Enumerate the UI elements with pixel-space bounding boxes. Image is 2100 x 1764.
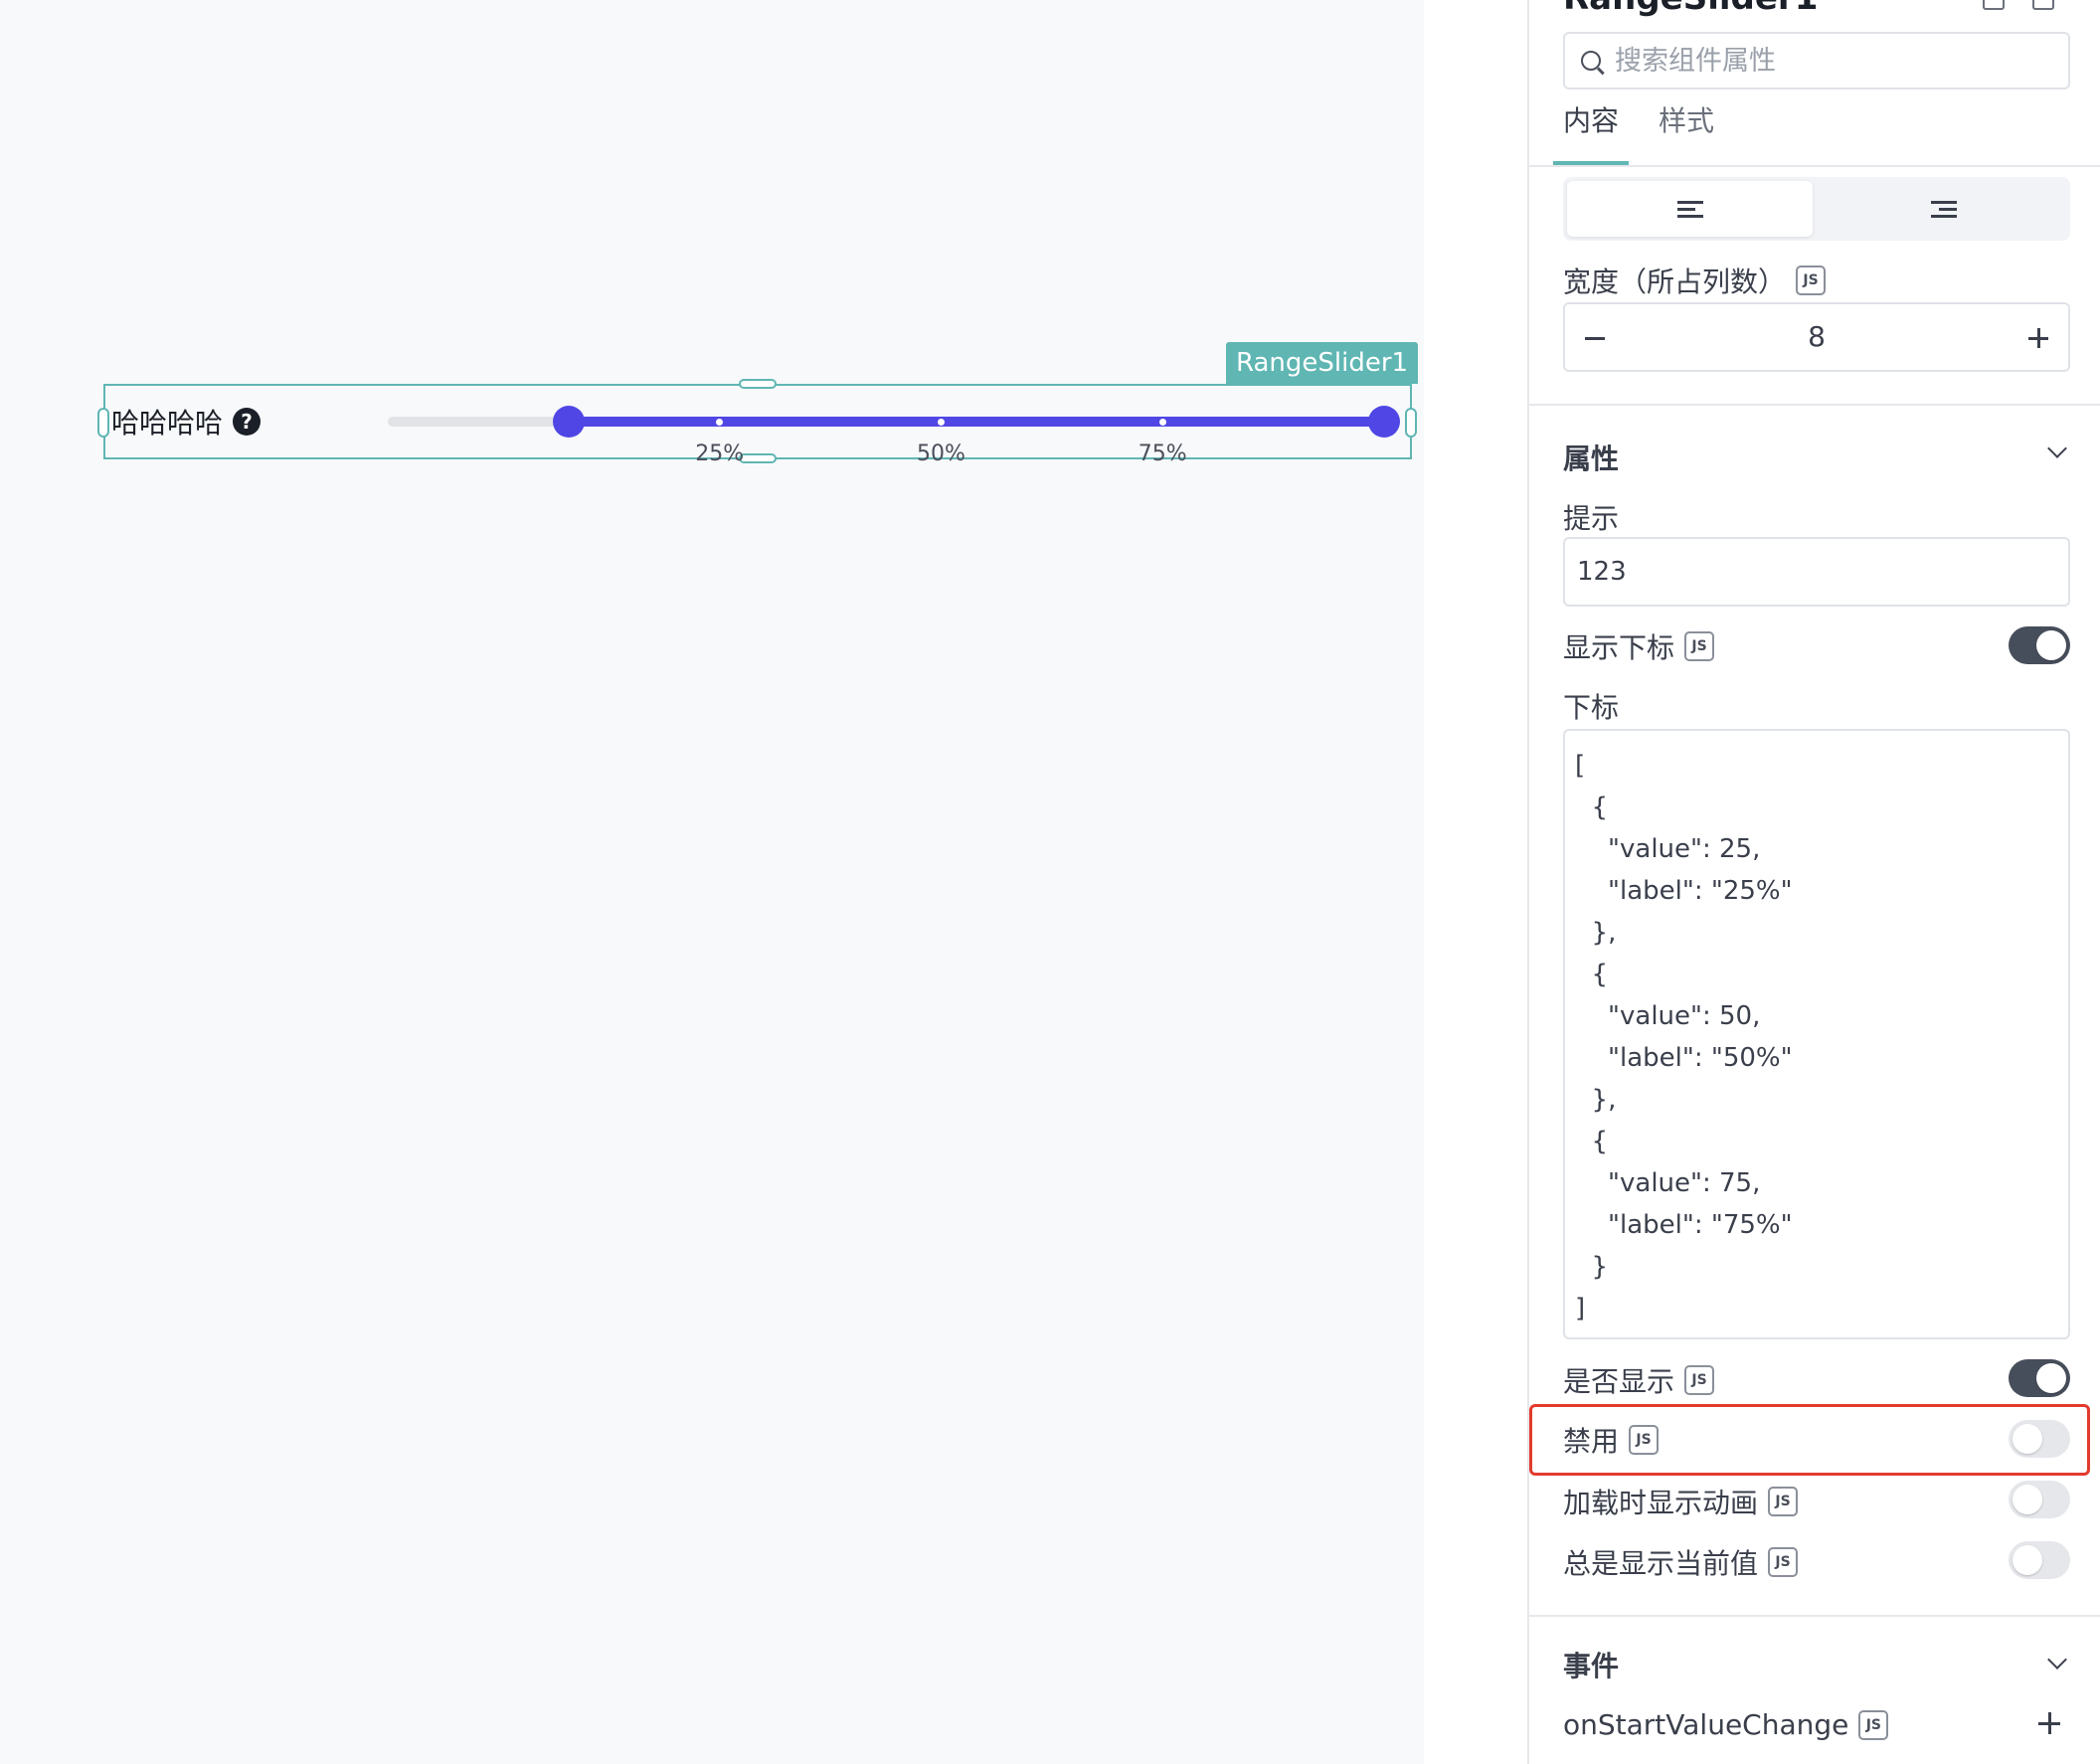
show-marks-label-text: 显示下标 [1563,631,1675,664]
align-right-button[interactable] [1821,181,2066,237]
switch-knob [2012,1485,2042,1514]
js-toggle-always-show[interactable]: JS [1768,1547,1799,1577]
tab-style[interactable]: 样式 [1659,99,1714,161]
switch-knob [2012,1545,2042,1575]
always-show-label-text: 总是显示当前值 [1563,1547,1759,1580]
align-left-icon [1676,200,1703,218]
section-divider [1529,1615,2100,1617]
panel-tabs: 内容 样式 [1563,99,1714,161]
slider-range-fill [569,417,1384,427]
event-row[interactable]: onStartValueChange JS [1563,1708,1889,1741]
animate-switch[interactable] [2009,1481,2070,1518]
switch-knob [2036,1363,2066,1393]
width-label-text: 宽度（所占列数） [1563,265,1787,298]
js-toggle-show-marks[interactable]: JS [1684,631,1715,661]
slider-mark-label: 75% [1138,441,1187,466]
width-stepper[interactable]: 8 [1563,302,2070,372]
slider-label: 哈哈哈哈 ? [111,402,262,441]
copy-icon[interactable] [1983,0,2005,10]
tabs-divider [1529,165,2100,167]
add-event-plus-icon[interactable] [2038,1712,2060,1734]
search-icon [1581,51,1601,71]
visible-label-text: 是否显示 [1563,1365,1675,1398]
marks-code-editor[interactable]: [ { "value": 25, "label": "25%" }, { "va… [1563,729,2070,1339]
animate-label-text: 加载时显示动画 [1563,1487,1759,1519]
event-name: onStartValueChange [1563,1708,1849,1741]
slider-mark-label: 50% [917,441,965,466]
tooltip-input[interactable]: 123 [1563,537,2070,607]
js-toggle-visible[interactable]: JS [1684,1365,1715,1395]
tooltip-label-text: 提示 [1563,502,1620,535]
slider-label-text: 哈哈哈哈 [111,407,224,440]
switch-knob [2036,630,2066,660]
property-panel: RangeSlider1 内容 样式 宽度（所占列数） JS [1527,0,2100,1764]
js-toggle-event[interactable]: JS [1858,1709,1889,1740]
show-marks-label: 显示下标 JS [1563,626,1715,666]
component-name-tag[interactable]: RangeSlider1 [1226,342,1419,384]
align-right-icon [1930,200,1957,218]
marks-label-text: 下标 [1563,691,1620,724]
label-align-segmented [1563,177,2070,241]
visible-switch[interactable] [2009,1359,2070,1397]
properties-header[interactable]: 属性 [1563,438,1619,477]
chevron-down-icon[interactable] [2047,439,2067,458]
slider-end-thumb[interactable] [1368,406,1400,438]
show-marks-switch[interactable] [2009,626,2070,664]
slider-mark-dot [1158,419,1166,426]
editor-canvas[interactable]: RangeSlider1 哈哈哈哈 ? 25% 50% 75% [0,0,1424,1764]
disabled-label: 禁用 JS [1563,1420,1660,1460]
resize-handle-right[interactable] [1405,408,1417,438]
resize-handle-left[interactable] [97,408,109,438]
tooltip-label: 提示 [1563,497,1619,537]
width-value[interactable]: 8 [1565,320,2068,353]
always-show-label: 总是显示当前值 JS [1563,1542,1799,1582]
plus-icon[interactable] [2028,328,2048,348]
disabled-switch[interactable] [2009,1420,2070,1458]
canvas-gutter [1424,0,1527,1764]
delete-icon[interactable] [2032,0,2054,10]
always-show-switch[interactable] [2009,1541,2070,1579]
slider-mark-label: 25% [695,441,745,466]
tab-content[interactable]: 内容 [1563,99,1619,161]
visible-label: 是否显示 JS [1563,1360,1715,1400]
width-label: 宽度（所占列数） JS [1563,261,1827,300]
chevron-down-icon[interactable] [2047,1650,2067,1670]
disabled-label-text: 禁用 [1563,1425,1620,1458]
question-circle-icon[interactable]: ? [233,408,262,436]
events-header[interactable]: 事件 [1563,1645,1619,1684]
animate-label: 加载时显示动画 JS [1563,1482,1799,1521]
switch-knob [2012,1424,2042,1454]
js-toggle-width[interactable]: JS [1796,265,1827,295]
property-search[interactable] [1563,32,2070,89]
js-toggle-animate[interactable]: JS [1768,1487,1799,1516]
section-divider [1529,404,2100,406]
align-left-button[interactable] [1567,181,1813,237]
panel-title: RangeSlider1 [1563,0,1818,18]
slider-mark-dot [938,419,945,426]
marks-label: 下标 [1563,686,1619,726]
js-toggle-disabled[interactable]: JS [1629,1425,1660,1455]
resize-handle-top[interactable] [739,379,777,389]
search-input[interactable] [1615,45,2032,77]
